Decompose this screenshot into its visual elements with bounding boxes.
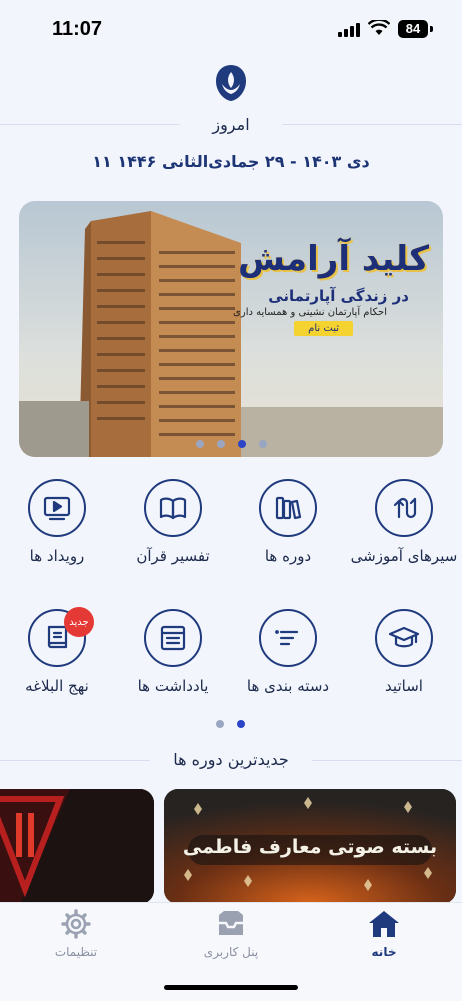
tab-home[interactable]: خانه	[334, 909, 434, 959]
banner-register-button[interactable]: ثبت نام	[294, 321, 353, 336]
tab-user-panel[interactable]: پنل کاربری	[181, 909, 281, 959]
app-logo-icon	[216, 65, 246, 101]
battery-indicator: 84	[398, 20, 428, 38]
status-bar: 11:07 84	[0, 0, 462, 60]
tab-label: خانه	[371, 945, 397, 959]
today-header: امروز	[0, 112, 462, 138]
menu-page-dot[interactable]	[216, 720, 224, 728]
inbox-tray-icon	[219, 911, 243, 935]
menu-label: اساتید	[385, 677, 423, 695]
menu-label: تفسیر قرآن	[136, 547, 210, 565]
menu-notes[interactable]: یادداشت ها	[118, 609, 228, 695]
banner-dot[interactable]	[196, 440, 204, 448]
clock: 11:07	[52, 18, 103, 40]
gear-icon	[61, 909, 91, 939]
banner-dot[interactable]	[259, 440, 267, 448]
notes-icon	[144, 609, 202, 667]
battery-tip	[430, 26, 433, 32]
tab-label: پنل کاربری	[203, 945, 259, 959]
sort-lines-icon	[259, 609, 317, 667]
menu-events[interactable]: رویداد ها	[2, 479, 112, 565]
menu-categories[interactable]: دسته بندی ها	[233, 609, 343, 695]
menu-page-dot-active[interactable]	[237, 720, 245, 728]
banner-subtitle: در زندگی آپارتمانی	[268, 287, 409, 305]
menu-professors[interactable]: اساتید	[349, 609, 459, 695]
course-card[interactable]	[0, 789, 154, 904]
video-play-icon	[28, 479, 86, 537]
latest-courses-header: جدیدترین دوره ها	[0, 748, 462, 774]
menu-nahj-al-balagha[interactable]: جدید نهج البلاغه	[2, 607, 112, 695]
banner-dot[interactable]	[217, 440, 225, 448]
menu-label: یادداشت ها	[137, 677, 209, 695]
home-indicator[interactable]	[164, 985, 298, 990]
wifi-icon	[368, 20, 390, 35]
promo-banner[interactable]: کلید آرامش در زندگی آپارتمانی احکام آپار…	[19, 201, 443, 457]
graduation-cap-icon	[375, 609, 433, 667]
menu-quran-tafsir[interactable]: تفسیر قرآن	[118, 479, 228, 565]
menu-courses[interactable]: دوره ها	[233, 479, 343, 565]
menu-label: رویداد ها	[29, 547, 85, 565]
banner-description: احکام آپارتمان نشینی و همسایه داری	[233, 307, 387, 318]
books-icon	[259, 479, 317, 537]
home-icon	[369, 911, 399, 937]
menu-label: سیرهای آموزشی	[350, 547, 458, 565]
learning-paths-icon	[375, 479, 433, 537]
today-date: ۱۱ دی ۱۴۰۳ - ۲۹ جمادی‌الثانی ۱۴۴۶	[92, 152, 370, 171]
new-badge: جدید	[64, 607, 94, 637]
today-label: امروز	[212, 115, 250, 134]
menu-learning-paths[interactable]: سیرهای آموزشی	[349, 479, 459, 565]
banner-dot-active[interactable]	[238, 440, 246, 448]
tab-settings[interactable]: تنظیمات	[26, 909, 126, 959]
menu-label: نهج البلاغه	[25, 677, 89, 695]
cellular-signal-icon	[338, 23, 360, 37]
course-title: بسته صوتی معارف فاطمی	[182, 836, 438, 858]
menu-label: دسته بندی ها	[246, 677, 330, 695]
menu-label: دوره ها	[264, 547, 312, 565]
tab-label: تنظیمات	[54, 945, 98, 959]
course-card[interactable]: بسته صوتی معارف فاطمی	[164, 789, 456, 904]
latest-courses-title: جدیدترین دوره ها	[173, 750, 289, 769]
banner-title: کلید آرامش	[237, 239, 429, 279]
open-book-icon	[144, 479, 202, 537]
course-cover-image	[0, 789, 154, 904]
